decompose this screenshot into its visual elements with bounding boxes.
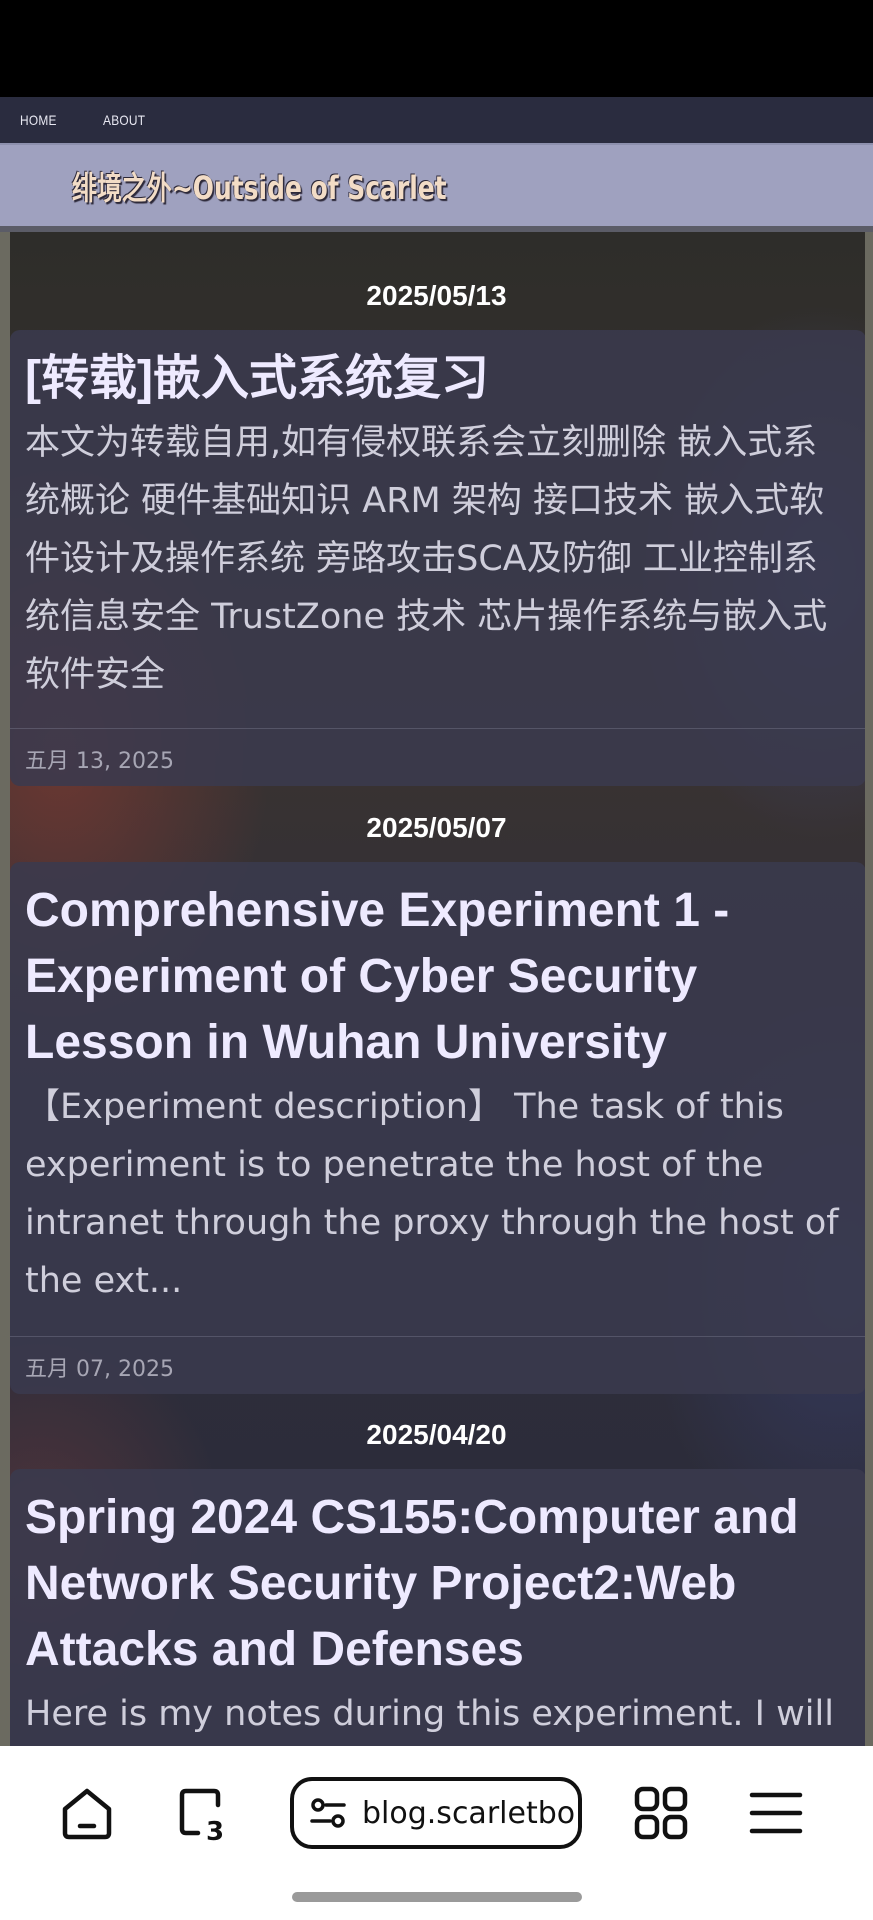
home-icon[interactable] [57,1783,117,1843]
address-bar[interactable]: blog.scarletbo [290,1777,582,1849]
nav-about-link[interactable]: ABOUT [103,112,145,128]
date-heading: 2025/04/20 [366,1419,507,1450]
post-excerpt: 本文为转载自用,如有侵权联系会立刻删除 嵌入式系统概论 硬件基础知识 ARM 架… [25,423,828,695]
post-card[interactable]: Spring 2024 CS155:Computer and Network S… [10,1469,866,1746]
post-list[interactable]: 2025/05/13 [转载]嵌入式系统复习 本文为转载自用,如有侵权联系会立刻… [0,232,873,1746]
url-text[interactable]: blog.scarletbo [362,1796,575,1831]
date-heading: 2025/05/13 [366,280,507,311]
site-settings-icon[interactable] [308,1793,348,1833]
status-bar [0,0,873,97]
post-title[interactable]: Comprehensive Experiment 1 - Experiment … [10,862,866,1076]
post-title[interactable]: [转载]嵌入式系统复习 [10,330,866,412]
gesture-home-indicator[interactable] [292,1892,582,1902]
post-date: 五月 07, 2025 [10,1336,866,1394]
menu-icon[interactable] [746,1783,806,1843]
apps-grid-icon[interactable] [631,1783,691,1843]
post-excerpt: 【Experiment description】 The task of thi… [25,1087,839,1301]
tab-count: 3 [206,1817,224,1843]
tabs-icon[interactable]: 3 [174,1783,234,1847]
post-card[interactable]: Comprehensive Experiment 1 - Experiment … [10,862,866,1394]
post-title[interactable]: Spring 2024 CS155:Computer and Network S… [10,1469,866,1683]
post-date: 五月 13, 2025 [10,728,866,786]
site-title[interactable]: 绯境之外~Outside of Scarlet [72,163,447,209]
post-card[interactable]: [转载]嵌入式系统复习 本文为转载自用,如有侵权联系会立刻删除 嵌入式系统概论 … [10,330,866,786]
nav-home-link[interactable]: HOME [20,112,57,128]
date-heading: 2025/05/07 [366,812,507,843]
site-header: 绯境之外~Outside of Scarlet [0,145,873,232]
post-excerpt: Here is my notes during this experiment.… [25,1694,834,1734]
top-nav: HOME ABOUT [0,97,873,145]
